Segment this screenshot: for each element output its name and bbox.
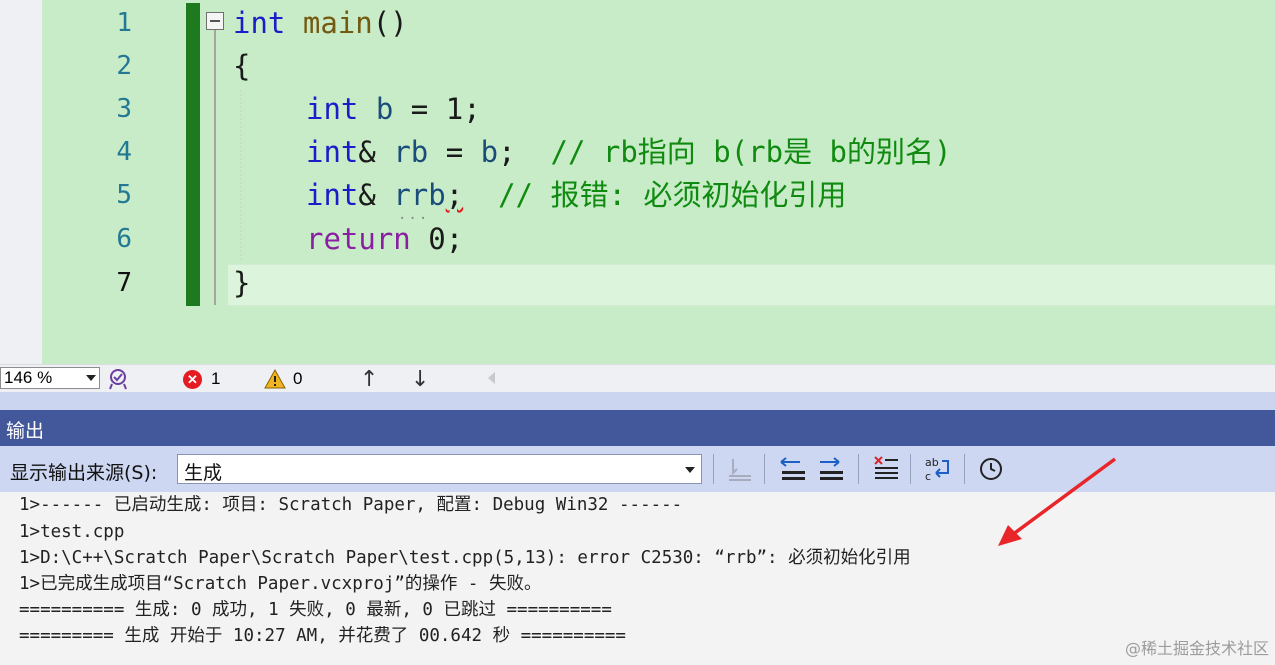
- previous-message-button[interactable]: [778, 455, 808, 483]
- chevron-down-icon: [685, 467, 695, 473]
- toolbar-separator: [964, 454, 965, 484]
- output-line-error[interactable]: 1>D:\C++\Scratch Paper\Scratch Paper\tes…: [19, 545, 911, 571]
- word-wrap-icon: ab c: [925, 456, 949, 483]
- warning-icon[interactable]: [264, 369, 286, 389]
- next-message-button[interactable]: [816, 455, 846, 483]
- ampersand: &: [358, 178, 394, 212]
- ampersand: &: [358, 135, 394, 169]
- identifier-rb: rb: [393, 135, 429, 169]
- code-line-1[interactable]: int main(): [233, 2, 408, 45]
- code-line-6[interactable]: return 0;: [306, 218, 463, 261]
- code-line-3[interactable]: int b = 1;: [306, 88, 481, 131]
- code-line-2[interactable]: {: [233, 45, 250, 88]
- zoom-dropdown[interactable]: 146 %: [0, 367, 100, 389]
- annotation-arrow: [998, 457, 1117, 546]
- semicolon: ;: [463, 92, 481, 126]
- code-comment: // rb指向 b(rb是 b的别名): [550, 135, 952, 169]
- identifier-b: b: [480, 135, 499, 169]
- svg-text:ab: ab: [925, 456, 939, 469]
- go-to-location-button[interactable]: [724, 455, 754, 483]
- operator: =: [428, 135, 481, 169]
- toolbar-separator: [713, 454, 714, 484]
- number-literal: 1: [445, 92, 464, 126]
- code-line-7[interactable]: }: [233, 262, 250, 305]
- line-number: 3: [116, 94, 132, 124]
- fold-guide-line: [214, 30, 216, 305]
- clear-all-button[interactable]: [871, 455, 901, 483]
- identifier-b: b: [375, 92, 394, 126]
- watermark: @稀土掘金技术社区: [1124, 639, 1269, 658]
- open-brace: {: [233, 49, 251, 83]
- output-line: ========== 生成: 0 成功, 1 失败, 0 最新, 0 已跳过 =…: [19, 600, 612, 620]
- output-source-dropdown[interactable]: 生成: [177, 454, 702, 484]
- parens: (): [372, 6, 408, 40]
- operator: =: [393, 92, 446, 126]
- keyword-int: int: [306, 92, 359, 126]
- keyword-int: int: [306, 178, 359, 212]
- error-squiggle[interactable]: ;: [446, 178, 463, 212]
- code-line-4[interactable]: int& rb = b; // rb指向 b(rb是 b的别名): [306, 131, 951, 174]
- line-number: 6: [116, 224, 132, 254]
- function-name: main: [302, 6, 373, 40]
- line-number: 4: [116, 137, 132, 167]
- clear-all-icon: [874, 456, 898, 479]
- semicolon: ;: [445, 222, 464, 256]
- intellisense-health-icon[interactable]: [107, 368, 129, 390]
- indent-guide: [240, 90, 242, 260]
- line-number-current: 7: [116, 268, 132, 298]
- output-source-label: 显示输出来源(S):: [10, 462, 158, 484]
- go-to-location-icon: [729, 459, 751, 481]
- line-number: 1: [116, 8, 132, 38]
- semicolon: ;: [498, 135, 551, 169]
- warning-count[interactable]: 0: [293, 369, 302, 389]
- keyword-return: return: [306, 222, 411, 256]
- keyword-int: int: [233, 6, 286, 40]
- code-line-5[interactable]: int& rrb; // 报错: 必须初始化引用: [306, 174, 846, 217]
- output-source-value: 生成: [184, 462, 223, 484]
- code-editor[interactable]: 1 2 3 4 5 6 7 int main() { int b = 1; in…: [0, 0, 1275, 364]
- keyword-int: int: [306, 135, 359, 169]
- number-literal: 0: [428, 222, 446, 256]
- scroll-left-icon[interactable]: [488, 372, 495, 384]
- output-line: ========= 生成 开始于 10:27 AM, 并花费了 00.642 秒…: [19, 626, 626, 646]
- error-icon[interactable]: ✕: [183, 370, 202, 389]
- change-tracking-bar: [186, 3, 200, 306]
- code-comment: // 报错: 必须初始化引用: [463, 178, 847, 212]
- editor-status-strip: 146 % ✕ 1 0 ↑ ↓: [0, 364, 1275, 392]
- close-brace: }: [233, 266, 251, 300]
- chevron-down-icon: [86, 375, 96, 381]
- output-window-header[interactable]: 输出: [0, 410, 1275, 446]
- next-issue-icon[interactable]: ↓: [411, 367, 429, 392]
- svg-text:c: c: [925, 470, 931, 483]
- next-message-icon: [820, 457, 843, 480]
- line-number: 5: [116, 180, 132, 210]
- zoom-value: 146 %: [4, 368, 53, 387]
- output-line: 1>已完成生成项目“Scratch Paper.vcxproj”的操作 - 失败…: [19, 574, 542, 594]
- panel-splitter[interactable]: [0, 392, 1275, 410]
- output-line: 1>------ 已启动生成: 项目: Scratch Paper, 配置: D…: [19, 495, 683, 515]
- error-count[interactable]: 1: [211, 369, 220, 389]
- collapse-toggle-icon[interactable]: [206, 12, 224, 30]
- previous-issue-icon[interactable]: ↑: [360, 367, 378, 392]
- output-line: 1>test.cpp: [19, 522, 125, 542]
- line-number: 2: [116, 51, 132, 81]
- current-line-highlight: [228, 264, 1275, 306]
- previous-message-icon: [780, 457, 805, 480]
- toolbar-separator: [910, 454, 911, 484]
- toolbar-separator: [764, 454, 765, 484]
- toggle-word-wrap-button[interactable]: ab c: [922, 455, 952, 483]
- editor-indicator-margin: [0, 0, 42, 364]
- identifier-rrb: rrb: [393, 178, 446, 212]
- toolbar-separator: [858, 454, 859, 484]
- output-window-title: 输出: [6, 420, 45, 442]
